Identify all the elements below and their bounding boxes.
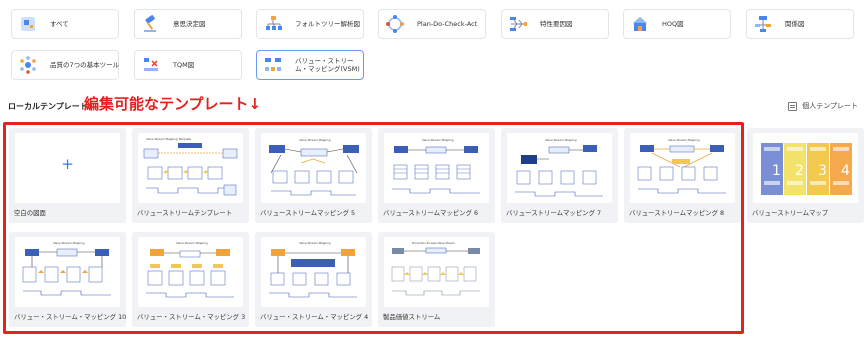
template-thumbnail: Value Stream Mapping Template bbox=[138, 133, 243, 203]
template-card-blank[interactable]: + 空白の図面 bbox=[9, 128, 126, 223]
thumb-title: Value Stream Mapping Template bbox=[146, 137, 192, 141]
relation-icon bbox=[753, 14, 773, 34]
template-card[interactable]: Value Stream Mapping バリューストリームマッピング 5 bbox=[255, 128, 372, 223]
template-card[interactable]: Value Stream Mapping バリューストリームマッピング 8 bbox=[624, 128, 741, 223]
seven-tools-icon bbox=[18, 55, 38, 75]
template-caption: バリューストリームテンプレート bbox=[137, 209, 233, 217]
category-pdca[interactable]: Plan-Do-Check-Act bbox=[378, 9, 486, 39]
gavel-icon bbox=[141, 14, 161, 34]
template-thumbnail: Value Stream Mapping bbox=[261, 133, 366, 203]
category-label: フォルトツリー解析図 bbox=[295, 20, 360, 28]
thumb-number: 3 bbox=[818, 163, 827, 179]
thumb-title: Value Stream Mapping bbox=[668, 138, 700, 142]
template-thumbnail: Production Process Value Stream bbox=[384, 237, 489, 307]
category-label: すべて bbox=[50, 20, 69, 28]
template-thumbnail: 1 2 3 4 bbox=[753, 133, 858, 203]
category-vsm[interactable]: バリュー・ストリーム・マッピング(VSM) bbox=[256, 50, 364, 80]
template-caption: バリュー・ストリーム・マッピング 3 bbox=[137, 313, 246, 321]
template-card[interactable]: Value Stream Mapping Template バリューストリームテ… bbox=[132, 128, 249, 223]
template-card[interactable]: Value Stream Mapping バリュー・ストリーム・マッピング 3 bbox=[132, 232, 249, 327]
thumb-title: Value Stream Mapping bbox=[176, 241, 208, 245]
pdca-icon bbox=[385, 14, 405, 34]
thumb-number: 4 bbox=[841, 163, 850, 179]
section-title: ローカルテンプレート bbox=[8, 102, 88, 111]
template-caption: バリューストリームマップ bbox=[752, 209, 829, 217]
category-seven-tools[interactable]: 品質の7つの基本ツール bbox=[11, 50, 119, 80]
category-hoq[interactable]: HOQ図 bbox=[623, 9, 731, 39]
template-card[interactable]: Production Process Value Stream 製品価値ストリー… bbox=[378, 232, 495, 327]
template-caption: バリューストリームマッピング 5 bbox=[260, 209, 356, 217]
house-of-quality-icon bbox=[630, 14, 650, 34]
template-caption: バリューストリームマッピング 6 bbox=[383, 209, 479, 217]
template-icon bbox=[788, 101, 798, 111]
category-label: バリュー・ストリーム・マッピング(VSM) bbox=[295, 57, 360, 73]
template-caption: バリューストリームマッピング 8 bbox=[629, 209, 725, 217]
thumb-title: Value Stream Mapping bbox=[545, 138, 577, 142]
template-thumbnail: Value Stream Mapping bbox=[261, 237, 366, 307]
template-card[interactable]: 1 2 3 4 バリューストリームマップ bbox=[747, 128, 864, 223]
category-fault-tree[interactable]: フォルトツリー解析図 bbox=[256, 9, 364, 39]
personal-templates-label: 個人テンプレート bbox=[802, 102, 858, 110]
category-fishbone[interactable]: 特性要因図 bbox=[501, 9, 609, 39]
thumb-number: 2 bbox=[795, 163, 804, 179]
category-all[interactable]: すべて bbox=[11, 9, 119, 39]
category-label: 関係図 bbox=[785, 20, 805, 28]
template-caption: バリューストリームマッピング 7 bbox=[506, 209, 602, 217]
vsm-icon bbox=[263, 55, 283, 75]
thumb-title: Value Stream Mapping bbox=[299, 138, 331, 142]
thumb-title: Value Stream Mapping bbox=[299, 241, 331, 245]
template-thumbnail: Value Stream Mapping bbox=[630, 133, 735, 203]
category-relation[interactable]: 関係図 bbox=[746, 9, 854, 39]
template-caption: バリュー・ストリーム・マッピング 10 bbox=[14, 313, 127, 321]
plus-icon: + bbox=[61, 155, 74, 173]
thumb-number: 1 bbox=[772, 163, 781, 179]
category-label: 品質の7つの基本ツール bbox=[50, 61, 120, 69]
template-card[interactable]: Value Stream Mapping バリュー・ストリーム・マッピング 10 bbox=[9, 232, 126, 327]
fishbone-icon bbox=[508, 14, 528, 34]
thumb-title: Value Stream Mapping bbox=[53, 241, 85, 245]
template-caption: 空白の図面 bbox=[14, 209, 46, 217]
category-decision[interactable]: 意思決定図 bbox=[134, 9, 242, 39]
category-tqm[interactable]: TQM図 bbox=[134, 50, 242, 80]
annotation-text: 編集可能なテンプレート↓ bbox=[84, 95, 262, 113]
template-thumbnail: Value Stream Mapping bbox=[384, 133, 489, 203]
category-label: 意思決定図 bbox=[173, 20, 206, 28]
template-thumbnail: Value Stream Mapping bbox=[138, 237, 243, 307]
thumb-title: Production Process Value Stream bbox=[412, 241, 455, 245]
all-icon bbox=[18, 14, 38, 34]
category-label: TQM図 bbox=[173, 61, 195, 69]
thumb-title: Value Stream Mapping bbox=[422, 138, 454, 142]
template-card[interactable]: Value Stream Mapping バリュー・ストリーム・マッピング 4 bbox=[255, 232, 372, 327]
template-caption: 製品価値ストリーム bbox=[383, 313, 441, 321]
template-thumbnail: Value Stream Mapping bbox=[507, 133, 612, 203]
template-caption: バリュー・ストリーム・マッピング 4 bbox=[260, 313, 369, 321]
category-label: 特性要因図 bbox=[540, 20, 573, 28]
template-thumbnail: + bbox=[15, 133, 120, 203]
category-label: HOQ図 bbox=[662, 20, 684, 28]
tqm-icon bbox=[141, 55, 161, 75]
fault-tree-icon bbox=[263, 14, 283, 34]
personal-templates-link[interactable]: 個人テンプレート bbox=[788, 101, 858, 111]
category-label: Plan-Do-Check-Act bbox=[417, 20, 478, 28]
template-thumbnail: Value Stream Mapping bbox=[15, 237, 120, 307]
template-card[interactable]: Value Stream Mapping バリューストリームマッピング 6 bbox=[378, 128, 495, 223]
template-card[interactable]: Value Stream Mapping バリューストリームマッピング 7 bbox=[501, 128, 618, 223]
